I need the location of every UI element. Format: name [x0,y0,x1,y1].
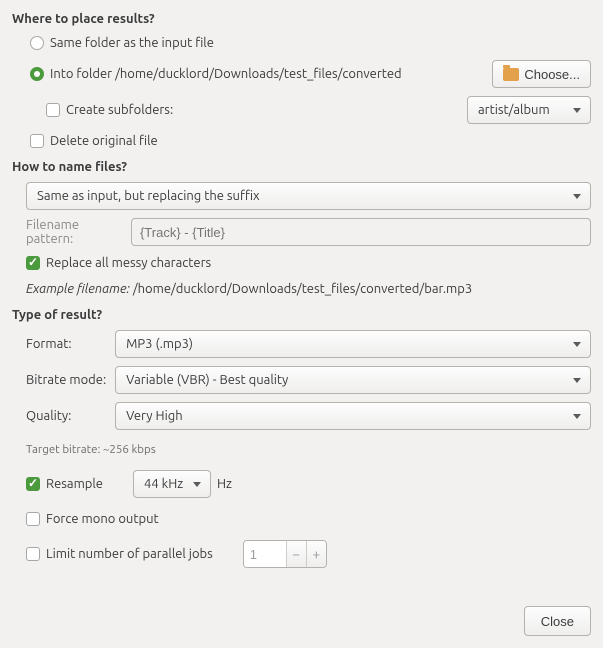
delete-original-label: Delete original file [50,134,158,148]
section-title-where: Where to place results? [0,6,603,30]
limit-jobs-spinner[interactable]: − + [243,540,327,568]
quality-label: Quality: [26,409,109,423]
create-subfolders-checkbox[interactable]: Create subfolders: [46,103,173,117]
force-mono-checkbox[interactable]: Force mono output [26,512,159,526]
radio-same-folder[interactable]: Same folder as the input file [30,36,214,50]
resample-unit: Hz [217,477,232,491]
bitrate-mode-label: Bitrate mode: [26,373,109,387]
format-label: Format: [26,337,109,351]
quality-combo[interactable]: Very High [115,402,591,430]
subfolder-pattern-combo[interactable]: artist/album [467,96,591,124]
target-bitrate-text: Target bitrate: ~256 kbps [26,443,156,456]
naming-mode-combo[interactable]: Same as input, but replacing the suffix [26,182,591,210]
folder-icon [503,68,519,81]
limit-jobs-decrement[interactable]: − [286,541,306,567]
bitrate-mode-combo[interactable]: Variable (VBR) - Best quality [115,366,591,394]
section-title-howname: How to name files? [0,154,603,178]
close-button[interactable]: Close [524,606,591,636]
limit-jobs-input[interactable] [244,541,286,567]
limit-jobs-increment[interactable]: + [306,541,326,567]
replace-messy-checkbox[interactable]: Replace all messy characters [26,256,211,270]
delete-original-checkbox[interactable]: Delete original file [30,134,158,148]
example-filename: Example filename: /home/ducklord/Downloa… [26,282,472,296]
resample-rate-combo[interactable]: 44 kHz [133,470,211,498]
section-title-result: Type of result? [0,302,603,326]
resample-checkbox[interactable]: Resample [26,477,103,491]
limit-jobs-label: Limit number of parallel jobs [46,547,213,561]
replace-messy-label: Replace all messy characters [46,256,211,270]
create-subfolders-label: Create subfolders: [66,103,173,117]
format-combo[interactable]: MP3 (.mp3) [115,330,591,358]
radio-same-folder-label: Same folder as the input file [50,36,214,50]
filename-pattern-input[interactable] [131,218,591,246]
filename-pattern-label: Filename pattern: [26,218,123,246]
resample-label: Resample [46,477,103,491]
radio-into-folder-label: Into folder /home/ducklord/Downloads/tes… [50,67,402,81]
choose-folder-button[interactable]: Choose... [492,60,591,88]
limit-jobs-checkbox[interactable]: Limit number of parallel jobs [26,547,213,561]
force-mono-label: Force mono output [46,512,159,526]
radio-into-folder[interactable]: Into folder /home/ducklord/Downloads/tes… [30,67,486,81]
